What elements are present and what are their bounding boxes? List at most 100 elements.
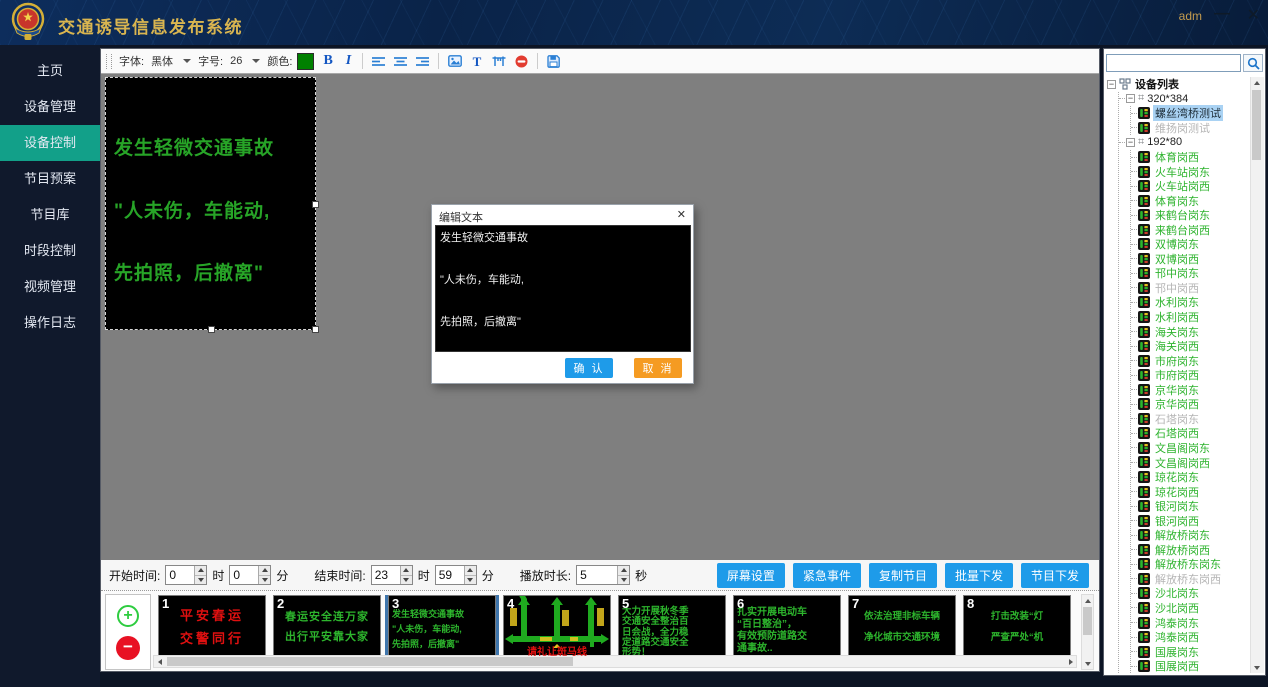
playlist-item-7[interactable]: 7依法治理非标车辆净化城市交通环境 <box>848 595 956 659</box>
spin-down-button[interactable] <box>259 575 270 585</box>
minimize-button[interactable]: — <box>1214 5 1230 23</box>
playlist-item-5[interactable]: 5大力开展秋冬季交通安全整治百日会战，全力稳定道路交通安全形势！ <box>618 595 726 659</box>
device-item[interactable]: 沙北岗西 <box>1131 601 1250 616</box>
device-item[interactable]: 银河岗东 <box>1131 499 1250 514</box>
spin-down-button[interactable] <box>401 575 412 585</box>
device-item[interactable]: 海关岗西 <box>1131 339 1250 354</box>
device-item[interactable]: 来鹤台岗西 <box>1131 222 1250 237</box>
resize-handle-corner[interactable] <box>312 326 319 333</box>
device-item[interactable]: 鸿泰岗西 <box>1131 630 1250 645</box>
search-button[interactable] <box>1243 54 1263 72</box>
device-item[interactable]: 文昌阁岗西 <box>1131 455 1250 470</box>
spin-up-button[interactable] <box>401 566 412 575</box>
scroll-right-icon[interactable] <box>1065 656 1076 667</box>
color-swatch[interactable] <box>297 53 314 70</box>
dialog-textarea[interactable]: 发生轻微交通事故 "人未伤，车能动, 先拍照，后撤离" <box>435 225 691 352</box>
led-text-element[interactable]: 发生轻微交通事故 "人未伤，车能动, 先拍照，后撤离" <box>105 77 316 330</box>
action-button-4[interactable]: 批量下发 <box>945 563 1013 588</box>
scrollbar-thumb[interactable] <box>1083 607 1092 635</box>
start-hour-spinner[interactable]: 0 <box>165 565 207 585</box>
design-canvas[interactable]: 发生轻微交通事故 "人未伤，车能动, 先拍照，后撤离" 编辑文本 ✕ 发生轻微交… <box>101 74 1099 560</box>
spin-up-button[interactable] <box>465 566 476 575</box>
scroll-down-icon[interactable] <box>1082 658 1093 669</box>
scrollbar-thumb[interactable] <box>1252 90 1261 160</box>
dialog-close-icon[interactable]: ✕ <box>677 208 686 221</box>
stop-sign-button[interactable] <box>513 55 530 68</box>
scroll-up-icon[interactable] <box>1251 77 1262 88</box>
device-item[interactable]: 石塔岗西 <box>1131 426 1250 441</box>
action-button-2[interactable]: 紧急事件 <box>793 563 861 588</box>
device-item[interactable]: 文昌阁岗东 <box>1131 441 1250 456</box>
remove-program-button[interactable]: − <box>116 636 140 660</box>
tree-scrollbar[interactable] <box>1250 77 1264 673</box>
italic-button[interactable]: I <box>342 53 355 69</box>
device-item[interactable]: 琼花岗东 <box>1131 470 1250 485</box>
align-left-button[interactable] <box>370 56 387 67</box>
sidebar-item-7[interactable]: 视频管理 <box>0 269 100 305</box>
device-item[interactable]: 解放桥东岗东 <box>1131 557 1250 572</box>
device-item[interactable]: 解放桥岗东 <box>1131 528 1250 543</box>
start-minute-spinner[interactable]: 0 <box>229 565 271 585</box>
device-item[interactable]: 水利岗西 <box>1131 310 1250 325</box>
collapse-icon[interactable]: − <box>1126 94 1135 103</box>
spin-down-button[interactable] <box>618 575 629 585</box>
scroll-left-icon[interactable] <box>154 656 165 667</box>
device-item[interactable]: 国展岗东 <box>1131 644 1250 659</box>
spin-down-button[interactable] <box>465 575 476 585</box>
font-select[interactable]: 黑体 <box>149 51 193 71</box>
device-item[interactable]: 市府岗东 <box>1131 353 1250 368</box>
sidebar-item-4[interactable]: 节目预案 <box>0 161 100 197</box>
device-item[interactable]: 体育岗西 <box>1131 150 1250 165</box>
spin-down-button[interactable] <box>195 575 206 585</box>
device-item[interactable]: 体育岗东 <box>1131 193 1250 208</box>
collapse-icon[interactable]: − <box>1126 138 1135 147</box>
close-button[interactable]: ✕ <box>1247 5 1260 25</box>
tree-group-2[interactable]: −⌗192*80 <box>1119 135 1250 150</box>
insert-text-button[interactable]: T <box>469 55 485 67</box>
resize-handle-bottom[interactable] <box>208 326 215 333</box>
vertical-scrollbar[interactable] <box>1081 594 1094 670</box>
device-item[interactable]: 邗中岗西 <box>1131 281 1250 296</box>
playlist-item-1[interactable]: 1平安春运交警同行 <box>158 595 266 659</box>
cancel-button[interactable]: 取 消 <box>634 358 682 378</box>
playlist-item-8[interactable]: 8打击改装“灯严查严处“机 <box>963 595 1071 659</box>
sidebar-item-2[interactable]: 设备管理 <box>0 89 100 125</box>
sidebar-item-8[interactable]: 操作日志 <box>0 305 100 341</box>
playlist-item-2[interactable]: 2春运安全连万家出行平安靠大家 <box>273 595 381 659</box>
device-item[interactable]: 双博岗东 <box>1131 237 1250 252</box>
device-item[interactable]: 螺丝湾桥测试 <box>1131 106 1250 121</box>
action-button-3[interactable]: 复制节目 <box>869 563 937 588</box>
device-item[interactable]: 维扬岗测试 <box>1131 121 1250 136</box>
save-button[interactable] <box>545 55 562 68</box>
end-minute-spinner[interactable]: 59 <box>435 565 477 585</box>
sidebar-item-6[interactable]: 时段控制 <box>0 233 100 269</box>
sidebar-item-1[interactable]: 主页 <box>0 53 100 89</box>
align-right-button[interactable] <box>414 56 431 67</box>
device-item[interactable]: 石塔岗东 <box>1131 412 1250 427</box>
tree-root[interactable]: − 设备列表 <box>1107 77 1250 92</box>
align-center-button[interactable] <box>392 56 409 67</box>
add-program-button[interactable]: + <box>117 605 139 627</box>
road-sign-button[interactable] <box>490 55 508 67</box>
resize-handle-right[interactable] <box>312 201 319 208</box>
device-item[interactable]: 国展岗西 <box>1131 659 1250 673</box>
horizontal-scrollbar[interactable] <box>153 655 1077 668</box>
device-item[interactable]: 火车站岗东 <box>1131 164 1250 179</box>
device-item[interactable]: 市府岗西 <box>1131 368 1250 383</box>
confirm-button[interactable]: 确 认 <box>565 358 613 378</box>
spin-up-button[interactable] <box>195 566 206 575</box>
device-item[interactable]: 解放桥东岗西 <box>1131 572 1250 587</box>
playlist-item-6[interactable]: 6扎实开展电动车“百日整治”，有效预防道路交通事故.. <box>733 595 841 659</box>
device-item[interactable]: 京华岗东 <box>1131 382 1250 397</box>
collapse-icon[interactable]: − <box>1107 80 1116 89</box>
action-button-1[interactable]: 屏幕设置 <box>717 563 785 588</box>
duration-spinner[interactable]: 5 <box>576 565 630 585</box>
spin-up-button[interactable] <box>618 566 629 575</box>
sidebar-item-3[interactable]: 设备控制 <box>0 125 100 161</box>
tree-group-1[interactable]: −⌗320*384 <box>1119 92 1250 107</box>
device-item[interactable]: 来鹤台岗东 <box>1131 208 1250 223</box>
scroll-down-icon[interactable] <box>1251 662 1262 673</box>
font-size-select[interactable]: 26 <box>228 53 262 69</box>
spin-up-button[interactable] <box>259 566 270 575</box>
scrollbar-thumb[interactable] <box>167 657 573 666</box>
